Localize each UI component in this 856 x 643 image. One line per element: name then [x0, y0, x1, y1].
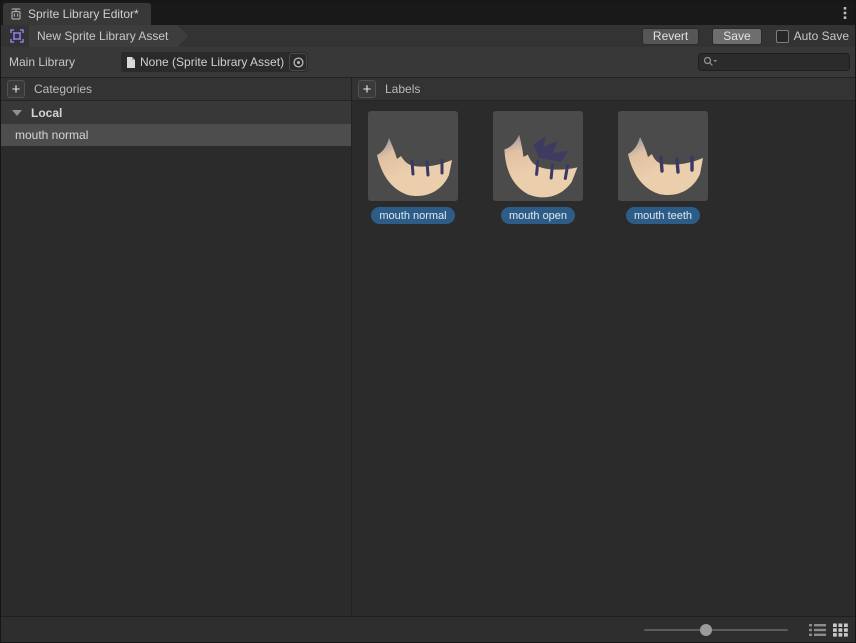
add-label-button[interactable]: + — [358, 80, 376, 98]
sprite-thumbnail-mouth-normal — [368, 111, 458, 201]
breadcrumb-label: New Sprite Library Asset — [37, 29, 168, 43]
labels-panel: + Labels mouth norm — [352, 77, 855, 616]
labels-grid-area: mouth normal — [352, 101, 855, 616]
auto-save-label: Auto Save — [794, 29, 849, 43]
foldout-local[interactable]: Local — [1, 101, 351, 124]
search-input[interactable] — [718, 55, 845, 69]
category-item-mouth-normal[interactable]: mouth normal — [1, 124, 351, 146]
foldout-local-label: Local — [31, 106, 62, 120]
kebab-menu-icon[interactable] — [842, 5, 848, 21]
main-library-object-field[interactable]: None (Sprite Library Asset) — [121, 52, 308, 72]
sprite-thumbnail-mouth-open — [493, 111, 583, 201]
labels-title: Labels — [385, 82, 420, 96]
tab-bar: Sprite Library Editor* — [1, 1, 855, 25]
categories-panel: + Categories Local mouth normal — [1, 77, 352, 616]
sprite-thumbnail-mouth-teeth — [618, 111, 708, 201]
main-library-label: Main Library — [9, 55, 121, 69]
zoom-slider-track[interactable] — [644, 629, 788, 631]
file-icon — [126, 56, 136, 69]
label-cell-mouth-open[interactable]: mouth open — [493, 111, 583, 224]
label-pill: mouth normal — [371, 207, 454, 224]
label-pill: mouth teeth — [626, 207, 700, 224]
auto-save-checkbox[interactable] — [776, 30, 789, 43]
sprite-library-editor-window: Sprite Library Editor* — [0, 0, 856, 643]
categories-list: Local mouth normal — [1, 101, 351, 616]
search-icon — [703, 56, 718, 68]
sprite-library-editor-icon — [9, 7, 23, 21]
label-cell-mouth-teeth[interactable]: mouth teeth — [618, 111, 708, 224]
search-field[interactable] — [698, 53, 850, 71]
object-picker-icon[interactable] — [289, 53, 307, 71]
zoom-slider-thumb[interactable] — [700, 624, 712, 636]
chevron-down-icon — [12, 110, 22, 116]
labels-header: + Labels — [352, 77, 855, 101]
zoom-slider[interactable] — [644, 623, 788, 637]
category-item-label: mouth normal — [15, 128, 88, 142]
save-button[interactable]: Save — [712, 28, 761, 45]
toolbar: New Sprite Library Asset Revert Save Aut… — [1, 25, 855, 47]
label-cell-mouth-normal[interactable]: mouth normal — [368, 111, 458, 224]
tab-sprite-library-editor[interactable]: Sprite Library Editor* — [3, 3, 151, 25]
grid-view-icon[interactable] — [833, 623, 848, 637]
sprite-library-asset-icon — [9, 28, 25, 44]
label-pill: mouth open — [501, 207, 575, 224]
add-category-button[interactable]: + — [7, 80, 25, 98]
revert-button[interactable]: Revert — [642, 28, 699, 45]
breadcrumb[interactable]: New Sprite Library Asset — [29, 25, 188, 47]
main-library-row: Main Library None (Sprite Library Asset) — [1, 47, 855, 77]
list-view-icon[interactable] — [809, 623, 826, 637]
categories-header: + Categories — [1, 77, 351, 101]
categories-title: Categories — [34, 82, 92, 96]
bottom-bar — [1, 616, 855, 642]
main-library-value: None (Sprite Library Asset) — [140, 55, 289, 69]
tab-title: Sprite Library Editor* — [28, 7, 139, 21]
panels: + Categories Local mouth normal + Labels — [1, 77, 855, 616]
